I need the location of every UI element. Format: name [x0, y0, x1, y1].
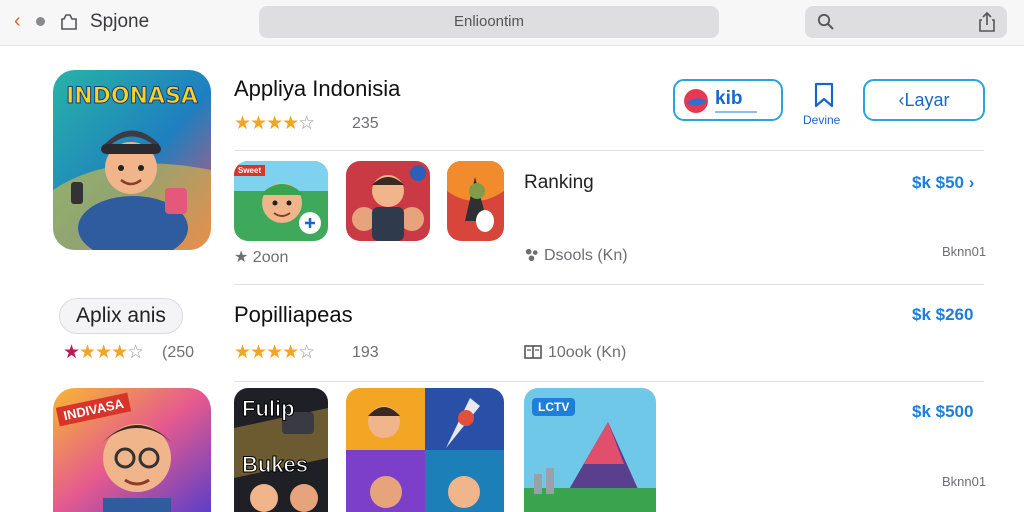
- section3-thumb-3[interactable]: LCTV: [524, 388, 656, 512]
- ranking-thumb-2-art: [346, 161, 430, 241]
- divider: [234, 284, 984, 285]
- tab-icon[interactable]: [60, 12, 78, 30]
- ranking-thumb-1[interactable]: Sweet: [234, 161, 328, 241]
- kib-button[interactable]: kib: [673, 79, 783, 121]
- section3-thumb-2[interactable]: [346, 388, 504, 512]
- pill-star-rating: ★★★★☆: [63, 342, 144, 363]
- ranking-thumb-3-art: [447, 161, 504, 241]
- address-bar[interactable]: Enlioontim: [259, 6, 719, 38]
- ranking-label: Ranking: [524, 172, 594, 193]
- section3-thumb-1-top: Fulip: [242, 396, 296, 422]
- section3-thumb-2-art: [346, 388, 504, 512]
- ranking-price[interactable]: $k $50 ›: [912, 173, 974, 193]
- app-rating-count: 235: [352, 115, 379, 132]
- ranking-stat-left: ★ 2oon: [234, 249, 289, 266]
- section3-thumb-1[interactable]: Fulip Bukes: [234, 388, 328, 512]
- site-name: Spjone: [90, 11, 150, 32]
- kib-label: kib: [715, 88, 743, 109]
- ranking-thumb-3[interactable]: [447, 161, 504, 241]
- ranking-thumb-1-badge: Sweet: [234, 165, 266, 176]
- section3-meta-right: Bknn01: [942, 474, 987, 489]
- section3-thumb-1-bottom: Bukes: [241, 452, 309, 478]
- app-icon-2[interactable]: INDIVASA: [53, 388, 211, 512]
- app-icon-banner: INDONASA: [66, 84, 199, 110]
- ranking-stat-right: Bknn01: [942, 244, 987, 259]
- downloads-icon: [525, 248, 538, 262]
- book-icon: [524, 345, 542, 359]
- search-field[interactable]: [805, 6, 1007, 38]
- section2-rating-count: 193: [352, 344, 379, 361]
- search-icon: [817, 13, 834, 30]
- ranking-thumb-2[interactable]: [346, 161, 430, 241]
- back-chevron-icon[interactable]: ‹: [14, 11, 21, 31]
- section3-price[interactable]: $k $500: [912, 402, 973, 422]
- share-icon[interactable]: [977, 11, 997, 33]
- browser-toolbar: ‹ Spjone Enlioontim: [0, 0, 1024, 46]
- category-pill[interactable]: Aplix anis: [59, 298, 183, 334]
- section2-price[interactable]: $k $260: [912, 305, 973, 325]
- status-dot-icon: [36, 17, 45, 26]
- kib-underline: [715, 111, 757, 113]
- layar-button[interactable]: ‹Layar: [863, 79, 985, 121]
- kib-logo-icon: [684, 89, 708, 113]
- app-icon[interactable]: INDONASA: [53, 70, 211, 250]
- bookmark-label[interactable]: Devine: [803, 113, 840, 127]
- section3-thumb-3-badge: LCTV: [532, 398, 576, 416]
- section2-meta: 10ook (Kn): [548, 344, 627, 361]
- section2-title: Popilliapeas: [234, 302, 353, 327]
- section2-star-rating: ★★★★☆: [234, 342, 315, 363]
- ranking-stat-mid: Dsools (Kn): [544, 247, 628, 264]
- pill-rating-count: (250: [162, 344, 195, 361]
- app-star-rating: ★★★★☆: [234, 113, 315, 134]
- divider: [234, 150, 984, 151]
- divider: [234, 381, 984, 382]
- bookmark-icon[interactable]: [812, 82, 836, 108]
- app-title: Appliya Indonisia: [234, 76, 401, 101]
